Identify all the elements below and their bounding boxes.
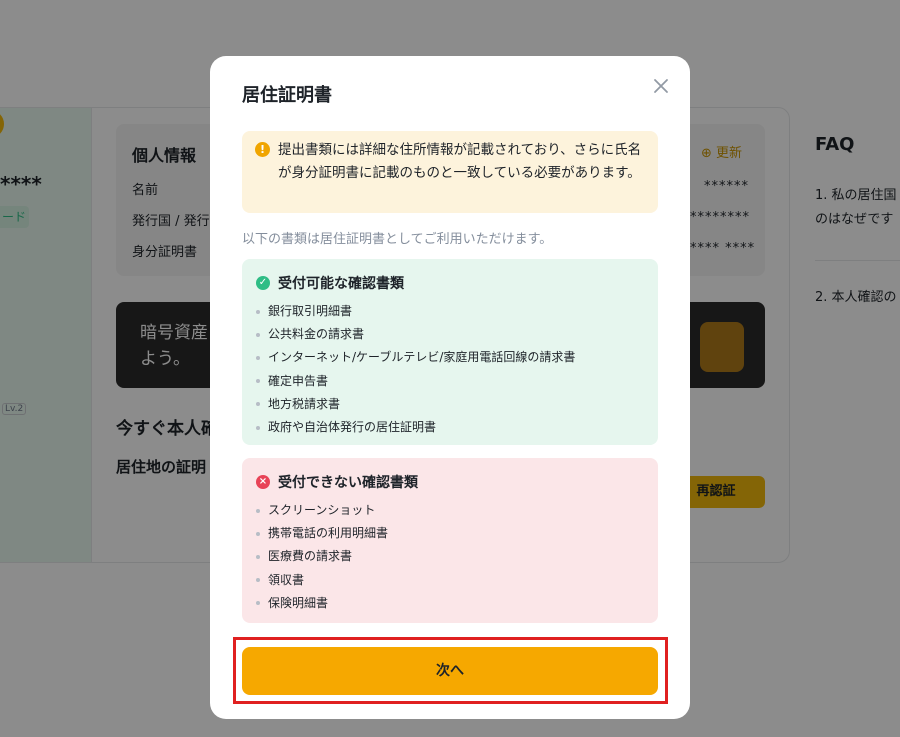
list-item: 保険明細書 (256, 592, 388, 615)
accepted-documents: ✓ 受付可能な確認書類 銀行取引明細書 公共料金の請求書 インターネット/ケーブ… (242, 259, 658, 445)
rejected-item-label: 領収書 (268, 572, 305, 587)
next-button[interactable]: 次へ (242, 647, 658, 695)
rejected-item-label: 携帯電話の利用明細書 (268, 526, 389, 541)
modal-title: 居住証明書 (242, 85, 332, 106)
rejected-documents: × 受付できない確認書類 スクリーンショット 携帯電話の利用明細書 医療費の請求… (242, 458, 658, 623)
list-item: 領収書 (256, 569, 388, 592)
accepted-item-label: 政府や自治体発行の居住証明書 (268, 419, 437, 434)
accepted-header: ✓ 受付可能な確認書類 (256, 273, 404, 293)
warning-icon: ! (255, 142, 270, 157)
bullet-icon (256, 425, 260, 430)
bullet-icon (256, 309, 260, 314)
accepted-item-label: 地方税請求書 (268, 396, 341, 411)
warning-notice: ! 提出書類には詳細な住所情報が記載されており、さらに氏名が身分証明書に記載のも… (242, 131, 658, 213)
bullet-icon (256, 332, 260, 337)
list-item: 公共料金の請求書 (256, 323, 575, 346)
modal-subtitle: 以下の書類は居住証明書としてご利用いただけます。 (242, 232, 553, 247)
rejected-title: 受付できない確認書類 (278, 475, 418, 491)
accepted-item-label: 公共料金の請求書 (268, 327, 365, 342)
rejected-item-label: 医療費の請求書 (268, 549, 353, 564)
bullet-icon (256, 402, 260, 407)
list-item: スクリーンショット (256, 499, 388, 522)
bullet-icon (256, 355, 260, 360)
bullet-icon (256, 531, 260, 536)
bullet-icon (256, 578, 260, 583)
accepted-title: 受付可能な確認書類 (278, 276, 404, 292)
list-item: インターネット/ケーブルテレビ/家庭用電話回線の請求書 (256, 346, 575, 369)
bullet-icon (256, 508, 260, 513)
accepted-item-label: 銀行取引明細書 (268, 304, 353, 318)
residence-proof-modal: 居住証明書 ! 提出書類には詳細な住所情報が記載されており、さらに氏名が身分証明… (210, 56, 690, 719)
rejected-item-label: スクリーンショット (268, 503, 376, 517)
list-item: 医療費の請求書 (256, 545, 388, 568)
list-item: 確定申告書 (256, 370, 575, 393)
close-icon (654, 79, 668, 93)
bullet-icon (256, 379, 260, 384)
accepted-item-label: インターネット/ケーブルテレビ/家庭用電話回線の請求書 (268, 350, 576, 365)
accepted-list: 銀行取引明細書 公共料金の請求書 インターネット/ケーブルテレビ/家庭用電話回線… (256, 300, 575, 439)
rejected-item-label: 保険明細書 (268, 595, 329, 610)
warning-text: 提出書類には詳細な住所情報が記載されており、さらに氏名が身分証明書に記載のものと… (278, 142, 642, 181)
rejected-list: スクリーンショット 携帯電話の利用明細書 医療費の請求書 領収書 保険明細書 (256, 499, 388, 615)
bullet-icon (256, 554, 260, 559)
cross-icon: × (256, 475, 270, 489)
close-button[interactable] (649, 74, 673, 98)
list-item: 政府や自治体発行の居住証明書 (256, 416, 575, 439)
list-item: 銀行取引明細書 (256, 300, 575, 323)
list-item: 携帯電話の利用明細書 (256, 522, 388, 545)
list-item: 地方税請求書 (256, 393, 575, 416)
bullet-icon (256, 601, 260, 606)
rejected-header: × 受付できない確認書類 (256, 472, 418, 492)
check-icon: ✓ (256, 276, 270, 290)
accepted-item-label: 確定申告書 (268, 373, 329, 388)
